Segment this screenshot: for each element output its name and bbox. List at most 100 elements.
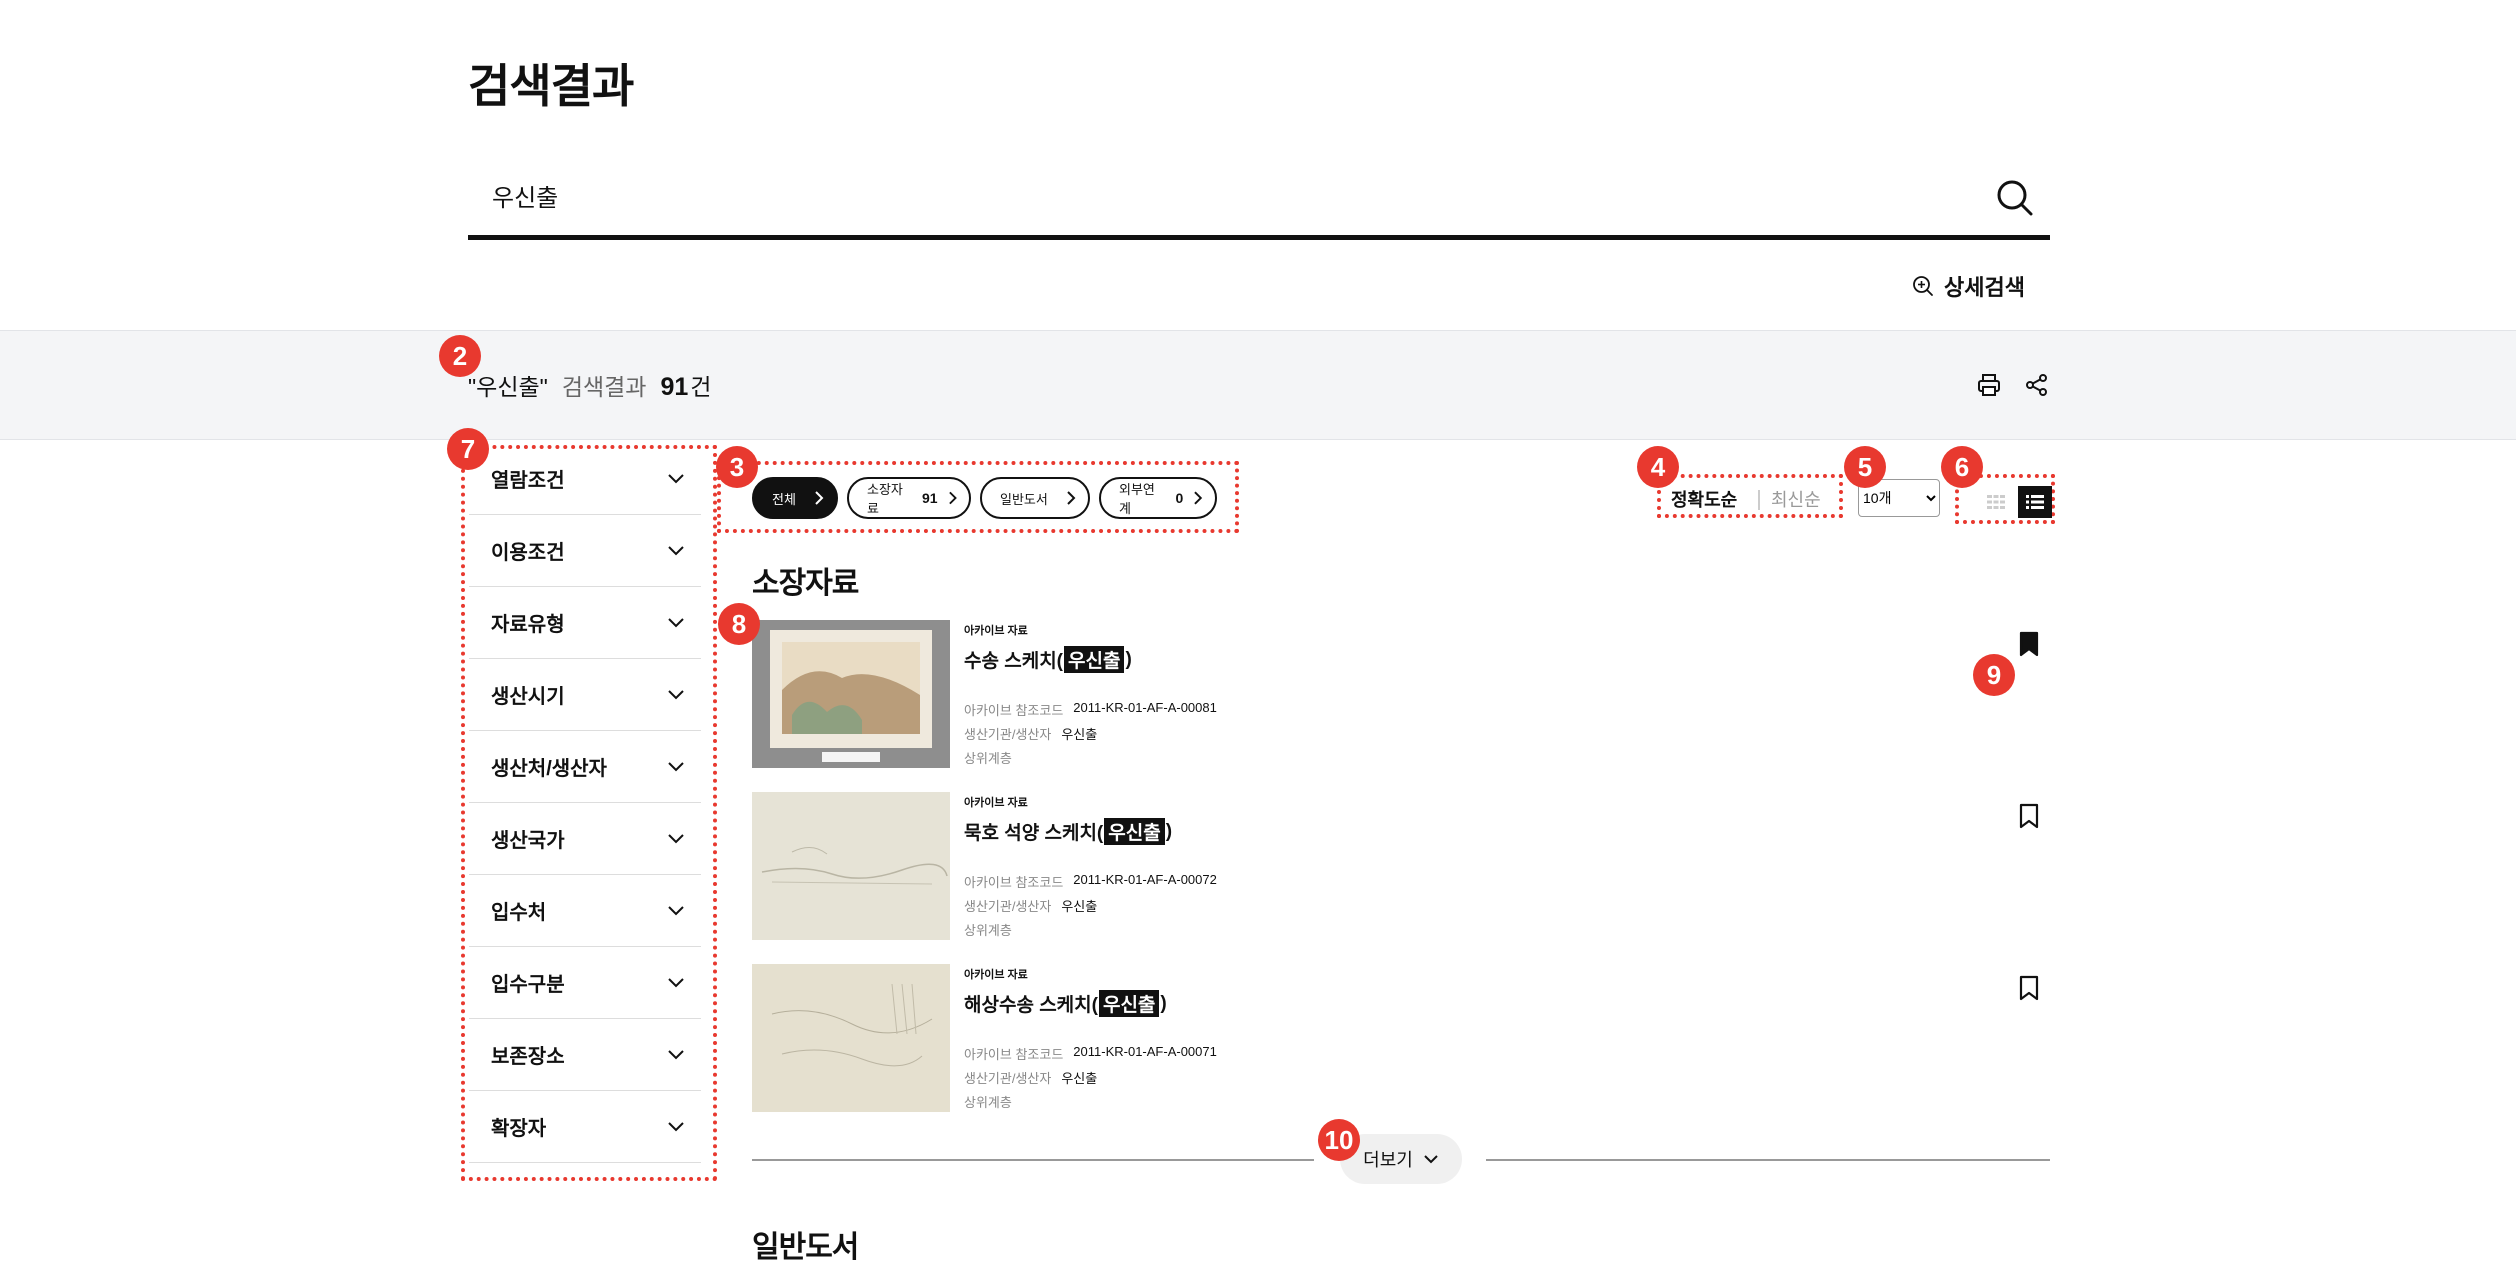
bookmark-button[interactable]: [2016, 802, 2042, 832]
category-pill[interactable]: 일반도서: [980, 477, 1090, 519]
ref-label: 아카이브 참조코드: [964, 703, 1064, 718]
parent-label: 상위계층: [964, 1095, 1012, 1110]
category-label: 소장자료: [867, 482, 903, 516]
category-label: 일반도서: [1000, 491, 1048, 507]
chevron-down-icon: [668, 978, 684, 988]
result-item: 아카이브 자료 묵호 석양 스케치(우신출) 아카이브 참조코드 2011-KR-01…: [752, 792, 2052, 942]
filter-label: 이용조건: [491, 542, 565, 564]
filter-item[interactable]: 자료유형: [469, 587, 701, 659]
advanced-search-link[interactable]: 상세검색: [1912, 270, 2025, 302]
result-title-highlight: 우신출: [1064, 646, 1125, 673]
result-producer-row: 생산기관/생산자 우신출: [964, 1068, 1097, 1087]
sort-accuracy[interactable]: 정확도순: [1671, 486, 1737, 512]
annotation-marker-5: 5: [1844, 446, 1886, 488]
result-title-suffix: ): [1125, 648, 1132, 670]
category-count: 91: [922, 490, 938, 506]
advanced-search-label: 상세검색: [1944, 275, 2025, 300]
result-title-highlight: 우신출: [1098, 990, 1160, 1017]
section-title: 소장자료: [752, 567, 859, 600]
filter-item[interactable]: 이용조건: [469, 515, 701, 587]
ref-value: 2011-KR-01-AF-A-00072: [1073, 872, 1217, 887]
result-title-prefix: 해상수송 스케치(: [964, 995, 1098, 1016]
result-producer-row: 생산기관/생산자 우신출: [964, 724, 1097, 743]
annotation-marker-8: 8: [718, 603, 760, 645]
filter-item[interactable]: 생산시기: [469, 659, 701, 731]
chevron-right-icon: [815, 491, 824, 505]
search-bar: [468, 168, 2050, 240]
filter-label: 보존장소: [491, 1046, 565, 1068]
filter-label: 입수구분: [491, 974, 565, 996]
category-label: 외부연계: [1119, 482, 1155, 516]
category-pill[interactable]: 소장자료 91: [847, 477, 971, 519]
share-icon: [2026, 374, 2047, 396]
list-view-button[interactable]: [2018, 486, 2052, 518]
bookmark-icon: [2019, 803, 2039, 828]
ref-value: 2011-KR-01-AF-A-00071: [1073, 1044, 1217, 1059]
result-type: 아카이브 자료: [964, 625, 1028, 637]
search-button[interactable]: [1992, 176, 2038, 222]
results-summary-band: [0, 330, 2516, 440]
sort-options: 정확도순 최신순: [1657, 474, 1843, 518]
print-button[interactable]: [1976, 372, 2002, 398]
chevron-down-icon: [668, 546, 684, 556]
filter-item[interactable]: 열람조건: [469, 443, 701, 515]
filter-item[interactable]: 입수구분: [469, 947, 701, 1019]
more-divider-right: [1486, 1159, 2050, 1161]
chevron-down-icon: [668, 690, 684, 700]
summary-label: 검색결과: [561, 374, 647, 400]
list-view-icon: [2026, 495, 2044, 509]
chevron-down-icon: [1424, 1155, 1438, 1164]
bookmark-icon: [2019, 631, 2039, 656]
result-ref-row: 아카이브 참조코드 2011-KR-01-AF-A-00081: [964, 700, 1217, 719]
parent-label: 상위계층: [964, 923, 1012, 938]
filter-item[interactable]: 생산처/생산자: [469, 731, 701, 803]
ref-label: 아카이브 참조코드: [964, 1047, 1064, 1062]
summary-query: "우신출": [468, 374, 548, 400]
results-summary: "우신출" 검색결과 91 건: [468, 368, 711, 402]
grid-view-button[interactable]: [1979, 486, 2013, 518]
filter-label: 생산시기: [491, 686, 565, 708]
sort-divider: [1758, 490, 1760, 510]
result-title-suffix: ): [1160, 992, 1167, 1014]
result-producer-row: 생산기관/생산자 우신출: [964, 896, 1097, 915]
producer-label: 생산기관/생산자: [964, 1071, 1052, 1086]
chevron-down-icon: [668, 834, 684, 844]
chevron-down-icon: [668, 762, 684, 772]
filter-label: 열람조건: [491, 470, 565, 492]
filter-item[interactable]: 확장자: [469, 1091, 701, 1163]
filter-item[interactable]: 입수처: [469, 875, 701, 947]
print-icon: [1978, 374, 2000, 396]
filter-label: 자료유형: [491, 614, 565, 636]
result-title-link[interactable]: 해상수송 스케치(우신출): [964, 990, 1167, 1017]
annotation-marker-3: 3: [716, 446, 758, 488]
thumbnail-image: [752, 964, 950, 1112]
producer-value: 우신출: [1061, 899, 1098, 914]
more-label: 더보기: [1363, 1150, 1413, 1170]
category-count: 0: [1175, 490, 1184, 506]
producer-value: 우신출: [1061, 727, 1098, 742]
bookmark-button[interactable]: [2016, 974, 2042, 1004]
result-type: 아카이브 자료: [964, 797, 1028, 809]
result-title-link[interactable]: 수송 스케치(우신출): [964, 646, 1132, 673]
category-pill[interactable]: 전체: [752, 477, 838, 519]
result-item: 아카이브 자료수송 스케치(우신출) 아카이브 참조코드 2011-KR-01-AF…: [752, 620, 2052, 770]
producer-label: 생산기관/생산자: [964, 899, 1052, 914]
thumbnail-image: [752, 792, 950, 940]
share-button[interactable]: [2024, 372, 2050, 398]
category-pill[interactable]: 외부연계 0: [1099, 477, 1217, 519]
result-title-link[interactable]: 묵호 석양 스케치(우신출): [964, 818, 1172, 845]
result-type: 아카이브 자료: [964, 969, 1028, 981]
filter-label: 입수처: [491, 902, 547, 924]
bookmark-button[interactable]: [2016, 630, 2042, 660]
result-item: 아카이브 자료해상수송 스케치(우신출) 아카이브 참조코드 2011-KR-01-…: [752, 964, 2052, 1114]
filter-item[interactable]: 보존장소: [469, 1019, 701, 1091]
summary-count: 91: [660, 373, 689, 401]
filter-item[interactable]: 생산국가: [469, 803, 701, 875]
parent-label: 상위계층: [964, 751, 1012, 766]
sort-latest[interactable]: 최신순: [1771, 486, 1821, 512]
search-input[interactable]: [490, 180, 1894, 210]
result-title-highlight: 우신출: [1104, 818, 1165, 845]
next-section-title: 일반도서: [752, 1231, 859, 1264]
producer-label: 생산기관/생산자: [964, 727, 1052, 742]
chevron-right-icon: [1067, 491, 1076, 505]
